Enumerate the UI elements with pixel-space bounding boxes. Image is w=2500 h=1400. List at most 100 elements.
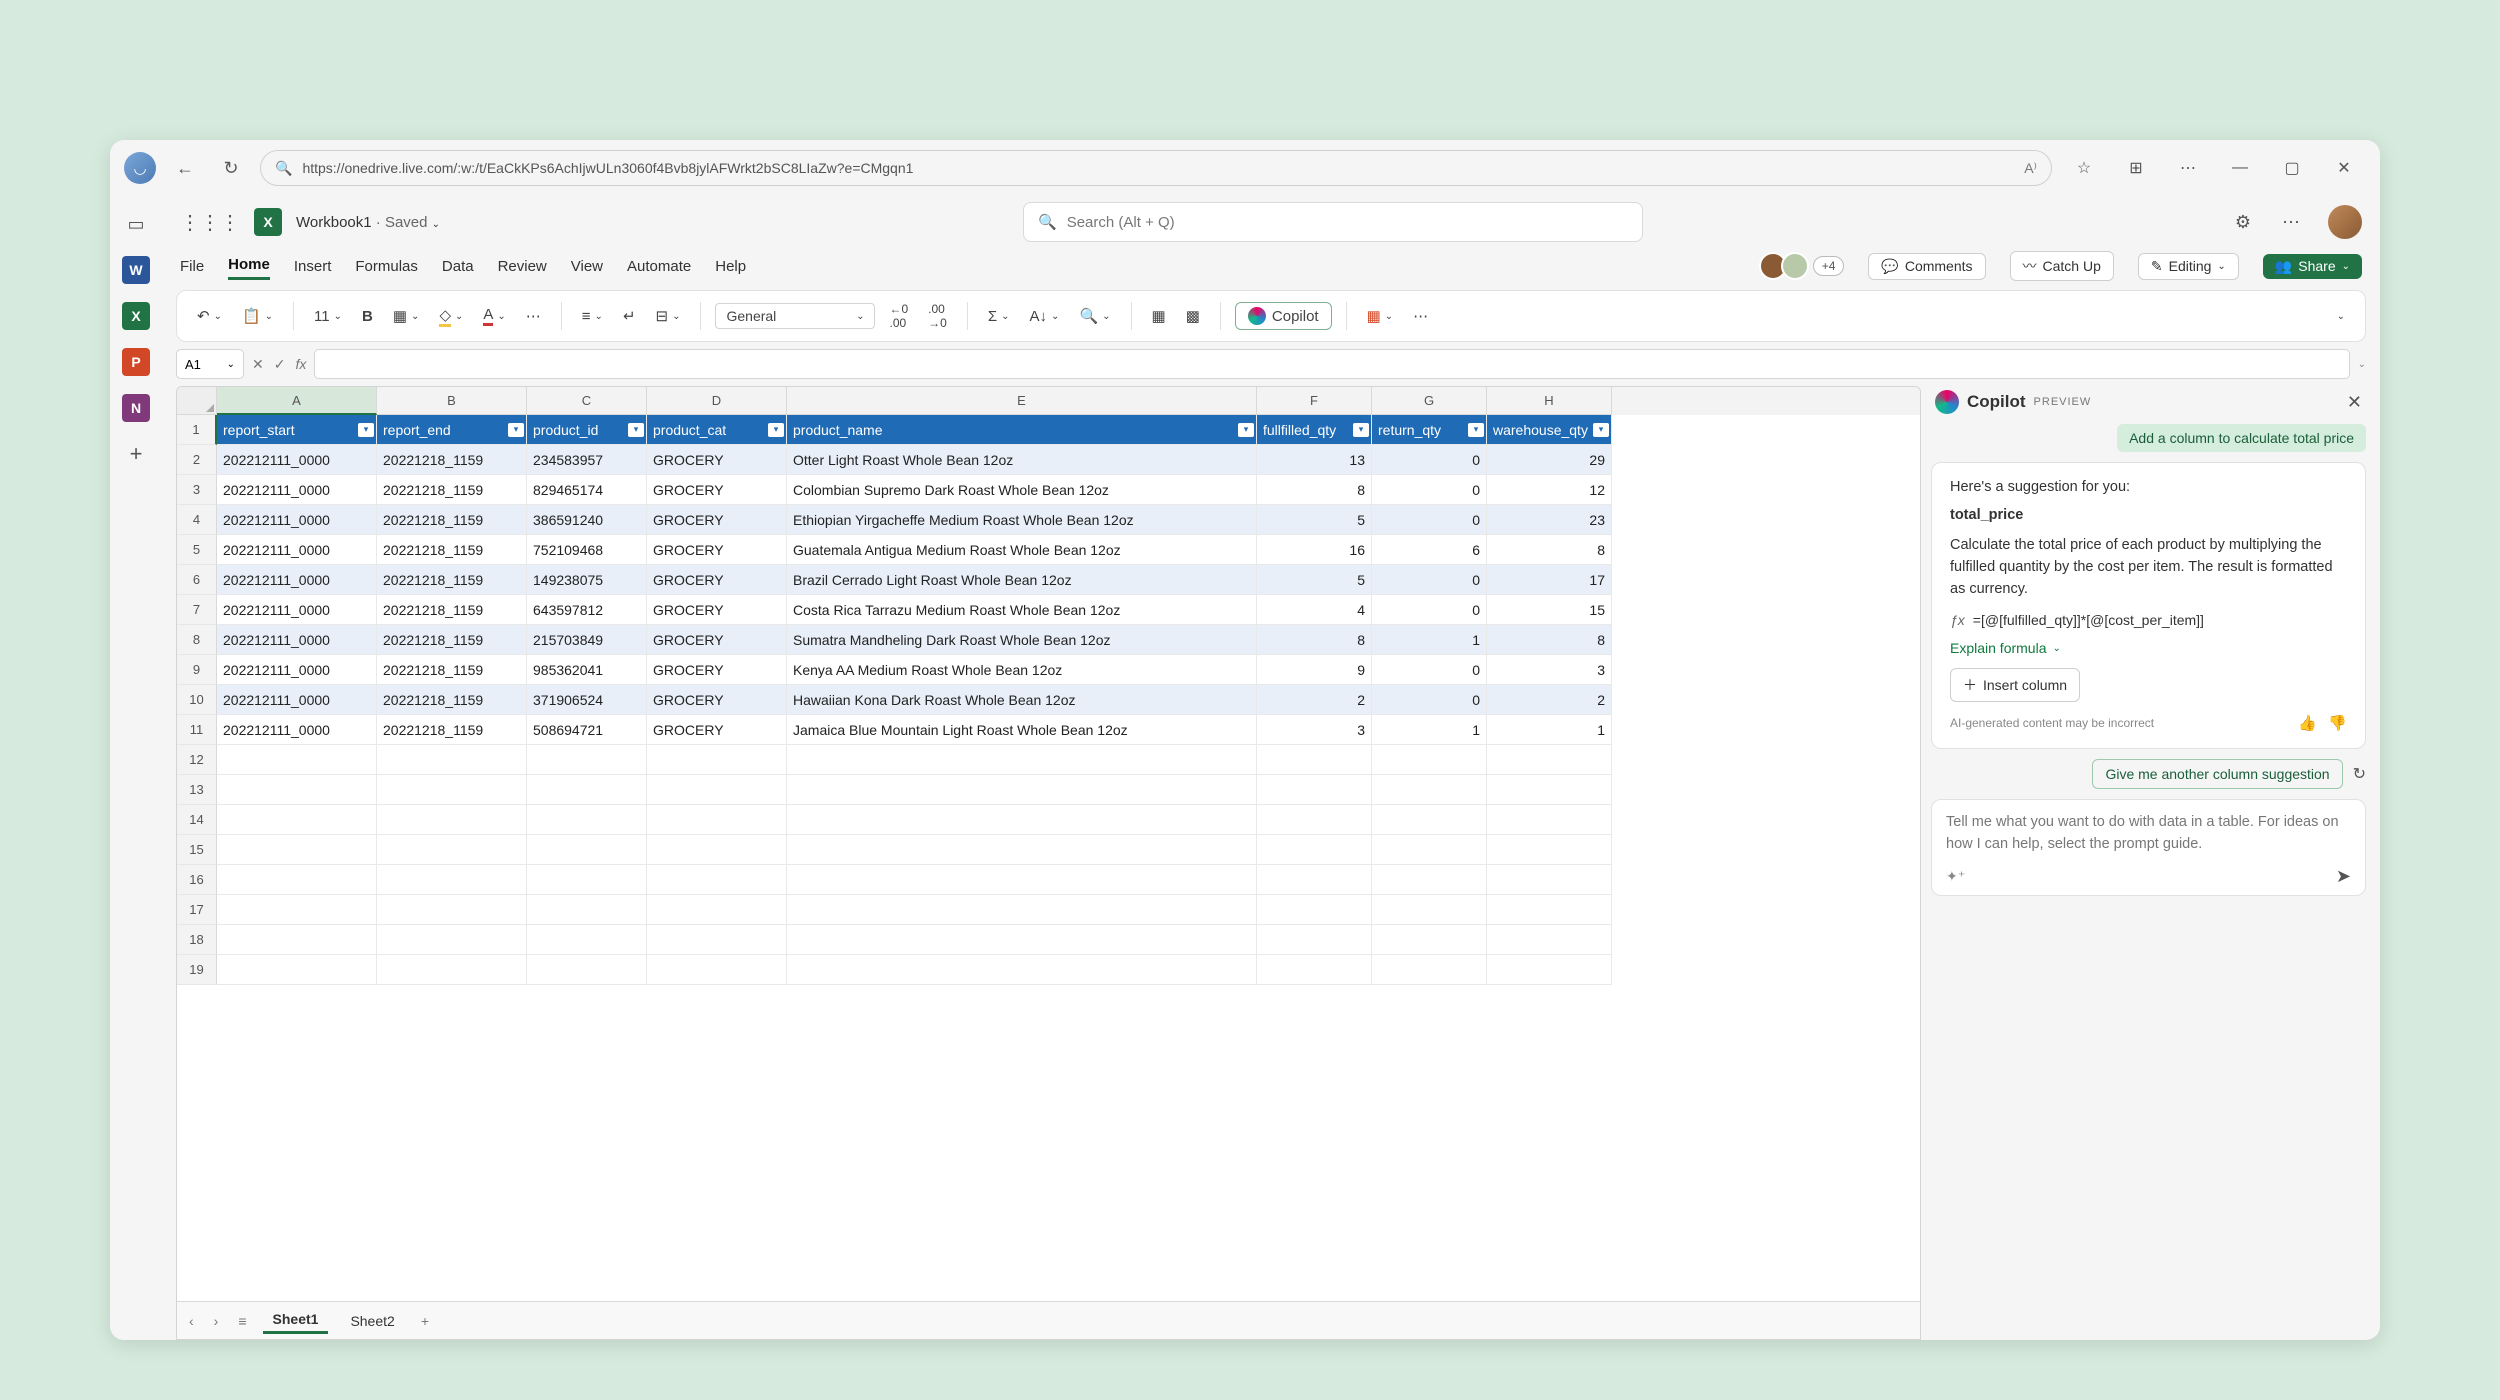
column-header[interactable]: D [647,387,787,415]
add-sheet-icon[interactable]: + [417,1313,433,1329]
more-app-icon[interactable]: ⋯ [2274,212,2308,233]
table-cell[interactable]: Colombian Supremo Dark Roast Whole Bean … [787,475,1257,505]
row-header[interactable]: 9 [177,655,217,685]
table-cell[interactable]: Jamaica Blue Mountain Light Roast Whole … [787,715,1257,745]
increase-decimal-button[interactable]: ←0.00 [883,298,914,334]
sheet-tab-2[interactable]: Sheet2 [340,1309,404,1333]
table-cell[interactable] [1372,925,1487,955]
filter-icon[interactable]: ▾ [1353,423,1369,437]
table-cell[interactable] [527,835,647,865]
table-cell[interactable]: Ethiopian Yirgacheffe Medium Roast Whole… [787,505,1257,535]
sheet-next-icon[interactable]: › [210,1313,223,1329]
table-cell[interactable] [647,895,787,925]
another-suggestion-button[interactable]: Give me another column suggestion [2092,759,2342,789]
table-cell[interactable]: 215703849 [527,625,647,655]
favorites-icon[interactable]: ☆ [2064,158,2104,178]
table-cell[interactable] [647,955,787,985]
table-cell[interactable] [217,925,377,955]
row-header[interactable]: 13 [177,775,217,805]
table-cell[interactable] [1487,745,1612,775]
table-cell[interactable] [1372,895,1487,925]
table-cell[interactable]: 985362041 [527,655,647,685]
collections-icon[interactable]: ⊞ [2116,158,2156,178]
table-cell[interactable] [1257,805,1372,835]
table-cell[interactable] [527,745,647,775]
find-button[interactable]: 🔍⌄ [1073,303,1116,329]
table-cell[interactable]: 20221218_1159 [377,715,527,745]
column-header[interactable]: E [787,387,1257,415]
refresh-button[interactable]: ↻ [214,158,248,179]
table-cell[interactable]: 20221218_1159 [377,445,527,475]
menu-help[interactable]: Help [715,254,746,279]
table-cell[interactable]: 202212111_0000 [217,505,377,535]
table-cell[interactable]: 5 [1257,505,1372,535]
table-cell[interactable] [787,955,1257,985]
table-cell[interactable]: 234583957 [527,445,647,475]
table-cell[interactable] [1487,805,1612,835]
table-cell[interactable] [1257,895,1372,925]
table-cell[interactable] [1257,775,1372,805]
table-cell[interactable] [647,865,787,895]
table-header-cell[interactable]: report_start▾ [217,415,377,445]
rail-add-icon[interactable]: + [122,440,150,468]
table-cell[interactable]: 386591240 [527,505,647,535]
table-cell[interactable] [217,865,377,895]
select-all-corner[interactable] [177,387,217,415]
table-cell[interactable] [527,775,647,805]
row-header[interactable]: 5 [177,535,217,565]
menu-file[interactable]: File [180,254,204,279]
row-header[interactable]: 17 [177,895,217,925]
table-cell[interactable] [1372,955,1487,985]
table-cell[interactable]: 20221218_1159 [377,685,527,715]
table-cell[interactable]: 202212111_0000 [217,625,377,655]
thumbs-up-icon[interactable]: 👍 [2298,715,2317,732]
rail-onenote-icon[interactable]: N [122,394,150,422]
borders-button[interactable]: ▦⌄ [387,303,426,329]
table-cell[interactable]: 1 [1372,625,1487,655]
row-header[interactable]: 7 [177,595,217,625]
filter-icon[interactable]: ▾ [1593,423,1609,437]
table-header-cell[interactable]: product_name▾ [787,415,1257,445]
table-cell[interactable] [217,835,377,865]
table-cell[interactable] [647,835,787,865]
rail-excel-icon[interactable]: X [122,302,150,330]
account-avatar[interactable] [2328,205,2362,239]
rail-home-icon[interactable]: ▭ [122,210,150,238]
table-cell[interactable]: 643597812 [527,595,647,625]
table-cell[interactable]: 6 [1372,535,1487,565]
row-header[interactable]: 19 [177,955,217,985]
table-cell[interactable]: 20221218_1159 [377,595,527,625]
table-cell[interactable]: 0 [1372,565,1487,595]
column-header[interactable]: G [1372,387,1487,415]
table-cell[interactable]: GROCERY [647,475,787,505]
refresh-suggestion-icon[interactable]: ↻ [2353,764,2366,784]
table-cell[interactable]: GROCERY [647,715,787,745]
table-cell[interactable]: 0 [1372,445,1487,475]
menu-formulas[interactable]: Formulas [355,254,418,279]
catchup-button[interactable]: 〰 Catch Up [2010,251,2114,281]
table-cell[interactable] [377,925,527,955]
table-cell[interactable] [787,745,1257,775]
table-cell[interactable]: 4 [1257,595,1372,625]
table-cell[interactable]: 9 [1257,655,1372,685]
more-toolbar-icon[interactable]: ⋯ [1407,303,1434,329]
menu-automate[interactable]: Automate [627,254,691,279]
table-cell[interactable]: GROCERY [647,595,787,625]
autosum-button[interactable]: Σ⌄ [982,304,1016,329]
table-cell[interactable] [217,895,377,925]
table-cell[interactable]: GROCERY [647,625,787,655]
table-cell[interactable] [527,895,647,925]
table-cell[interactable] [377,805,527,835]
row-header[interactable]: 12 [177,745,217,775]
table-cell[interactable] [217,745,377,775]
table-cell[interactable] [1487,895,1612,925]
table-cell[interactable]: 20221218_1159 [377,625,527,655]
menu-insert[interactable]: Insert [294,254,332,279]
row-header[interactable]: 3 [177,475,217,505]
wrap-text-button[interactable]: ↵ [617,303,642,329]
table-cell[interactable]: 371906524 [527,685,647,715]
table-cell[interactable]: 149238075 [527,565,647,595]
decrease-decimal-button[interactable]: .00→0 [922,298,953,334]
close-window-button[interactable]: ✕ [2324,158,2364,178]
row-header[interactable]: 1 [177,415,217,445]
